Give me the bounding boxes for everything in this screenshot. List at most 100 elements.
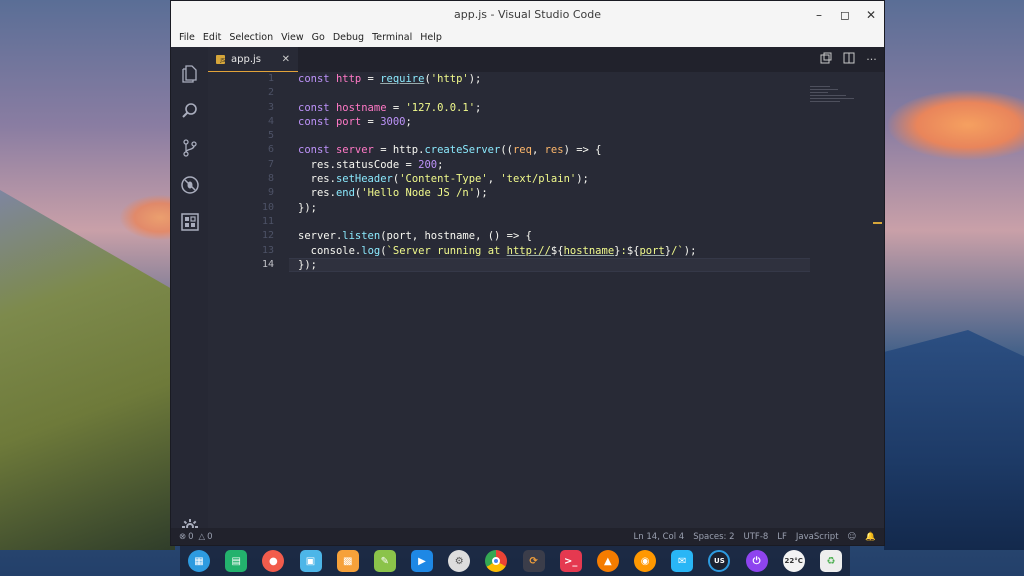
- error-icon: ⊗: [179, 531, 187, 542]
- more-actions-icon[interactable]: ···: [865, 53, 878, 66]
- status-bar: ⊗ 0 △ 0 Ln 14, Col 4 Spaces: 2 UTF-8 LF …: [171, 528, 884, 545]
- close-tab-icon[interactable]: ✕: [282, 54, 290, 65]
- code-line[interactable]: 12 server.listen(port, hostname, () => {: [208, 229, 884, 243]
- code-text: res.statusCode = 200;: [310, 158, 444, 171]
- editor-actions: ···: [819, 47, 878, 72]
- notifications-bell-icon[interactable]: 🔔: [865, 532, 876, 542]
- menu-edit[interactable]: Edit: [199, 32, 225, 43]
- activity-bar: [171, 47, 208, 545]
- menu-go[interactable]: Go: [308, 32, 329, 43]
- taskbar: ▦ ▤ ● ▣ ▩ ✎ ▶ ⚙ ⟳ >_ ▲ ◉ ✉ US ⏻ 22°C ♻: [180, 546, 850, 576]
- explorer-icon[interactable]: [171, 55, 208, 92]
- line-number: 7: [267, 158, 274, 170]
- code-line[interactable]: 8 res.setHeader('Content-Type', 'text/pl…: [208, 172, 884, 186]
- line-number: 9: [267, 187, 274, 199]
- tab-app-js[interactable]: JS app.js ✕: [208, 47, 298, 72]
- maximize-button[interactable]: ◻: [832, 1, 858, 28]
- wallpaper-cloud: [888, 90, 1024, 160]
- current-line-highlight: [289, 257, 810, 273]
- menu-view[interactable]: View: [277, 32, 308, 43]
- code-text: res.setHeader('Content-Type', 'text/plai…: [310, 173, 589, 186]
- code-line[interactable]: 14});: [208, 257, 884, 273]
- wallpaper-mountain: [884, 330, 1024, 550]
- power-icon[interactable]: ⏻: [745, 550, 768, 572]
- code-line[interactable]: 10});: [208, 201, 884, 215]
- menu-file[interactable]: File: [175, 32, 199, 43]
- line-number: 8: [267, 173, 274, 185]
- line-number: 6: [267, 144, 274, 156]
- code-text: const http = require('http');: [298, 73, 482, 85]
- code-line[interactable]: 4 const port = 3000;: [208, 115, 884, 129]
- scrollbar-marker: [873, 222, 882, 224]
- feedback-smiley-icon[interactable]: ☺: [848, 532, 857, 542]
- keyboard-layout-icon[interactable]: US: [708, 550, 731, 572]
- archive-icon[interactable]: ▩: [336, 550, 359, 572]
- code-editor[interactable]: 1 const http = require('http'); 2 3 const ho…: [208, 72, 884, 528]
- line-number: 12: [261, 230, 274, 242]
- chrome-icon[interactable]: [485, 550, 508, 572]
- screenshot-icon[interactable]: ●: [262, 550, 285, 572]
- code-line[interactable]: 6 const server = http.createServer((req, …: [208, 143, 884, 157]
- mail-icon[interactable]: ✉: [671, 550, 694, 572]
- line-number: 1: [267, 73, 274, 84]
- line-number: 13: [261, 244, 274, 256]
- line-number: 3: [267, 101, 274, 113]
- code-line[interactable]: 13 console.log(`Server running at http:/…: [208, 244, 884, 258]
- vscode-window: app.js - Visual Studio Code – ◻ ✕ File E…: [170, 0, 885, 546]
- source-control-icon[interactable]: [171, 129, 208, 166]
- close-window-button[interactable]: ✕: [858, 1, 884, 28]
- vlc-icon[interactable]: ▲: [596, 550, 619, 572]
- menu-selection[interactable]: Selection: [225, 32, 277, 43]
- file-encoding[interactable]: UTF-8: [744, 532, 769, 542]
- line-number: 11: [261, 215, 274, 227]
- trash-icon[interactable]: ♻: [819, 550, 842, 572]
- menu-terminal[interactable]: Terminal: [368, 32, 416, 43]
- code-text: console.log(`Server running at http://${…: [310, 244, 697, 257]
- line-number: 10: [261, 201, 274, 213]
- vscode-icon[interactable]: ⟳: [522, 550, 545, 572]
- code-text: res.end('Hello Node JS /n');: [310, 187, 488, 200]
- terminal-red-icon[interactable]: >_: [559, 550, 582, 572]
- code-text: const hostname = '127.0.0.1';: [298, 101, 482, 114]
- code-text: server.listen(port, hostname, () => {: [298, 230, 532, 243]
- text-editor-icon[interactable]: ✎: [373, 550, 396, 572]
- weather-icon[interactable]: 22°C: [782, 550, 805, 572]
- open-preview-icon[interactable]: [819, 52, 832, 67]
- menu-help[interactable]: Help: [416, 32, 446, 43]
- code-line[interactable]: 7 res.statusCode = 200;: [208, 158, 884, 172]
- terminal-app-icon[interactable]: ▤: [225, 550, 248, 572]
- search-icon[interactable]: [171, 92, 208, 129]
- code-line[interactable]: 3 const hostname = '127.0.0.1';: [208, 101, 884, 115]
- minimap[interactable]: [810, 86, 858, 116]
- code-line[interactable]: 11: [208, 215, 884, 229]
- code-line[interactable]: 5: [208, 129, 884, 143]
- video-player-icon[interactable]: ▶: [411, 550, 434, 572]
- store-icon[interactable]: ▣: [299, 550, 322, 572]
- code-line[interactable]: 9 res.end('Hello Node JS /n');: [208, 186, 884, 200]
- warning-count: 0: [207, 531, 213, 542]
- extensions-icon[interactable]: [171, 203, 208, 240]
- code-line[interactable]: 1 const http = require('http');: [208, 72, 884, 86]
- cursor-position[interactable]: Ln 14, Col 4: [634, 532, 685, 542]
- code-text: });: [298, 201, 317, 214]
- split-editor-icon[interactable]: [842, 52, 855, 67]
- settings-icon[interactable]: ⚙: [448, 550, 471, 572]
- line-number: 4: [267, 115, 274, 127]
- wallpaper-hill: [0, 190, 175, 550]
- indentation[interactable]: Spaces: 2: [693, 532, 734, 542]
- language-mode[interactable]: JavaScript: [796, 532, 839, 542]
- line-number: 2: [267, 87, 274, 99]
- debug-icon[interactable]: [171, 166, 208, 203]
- editor-tab-bar: JS app.js ✕ ···: [208, 47, 884, 72]
- browser-icon[interactable]: ◉: [634, 550, 657, 572]
- javascript-file-icon: JS: [216, 54, 225, 64]
- end-of-line[interactable]: LF: [777, 532, 787, 542]
- menu-debug[interactable]: Debug: [329, 32, 368, 43]
- minimize-button[interactable]: –: [806, 1, 832, 28]
- launcher-icon[interactable]: ▦: [188, 550, 210, 572]
- code-line[interactable]: 2: [208, 86, 884, 100]
- error-count: 0: [188, 531, 194, 542]
- line-number: 5: [267, 130, 274, 142]
- title-bar: app.js - Visual Studio Code – ◻ ✕: [171, 1, 884, 28]
- problems-indicator[interactable]: ⊗ 0 △ 0: [179, 532, 213, 542]
